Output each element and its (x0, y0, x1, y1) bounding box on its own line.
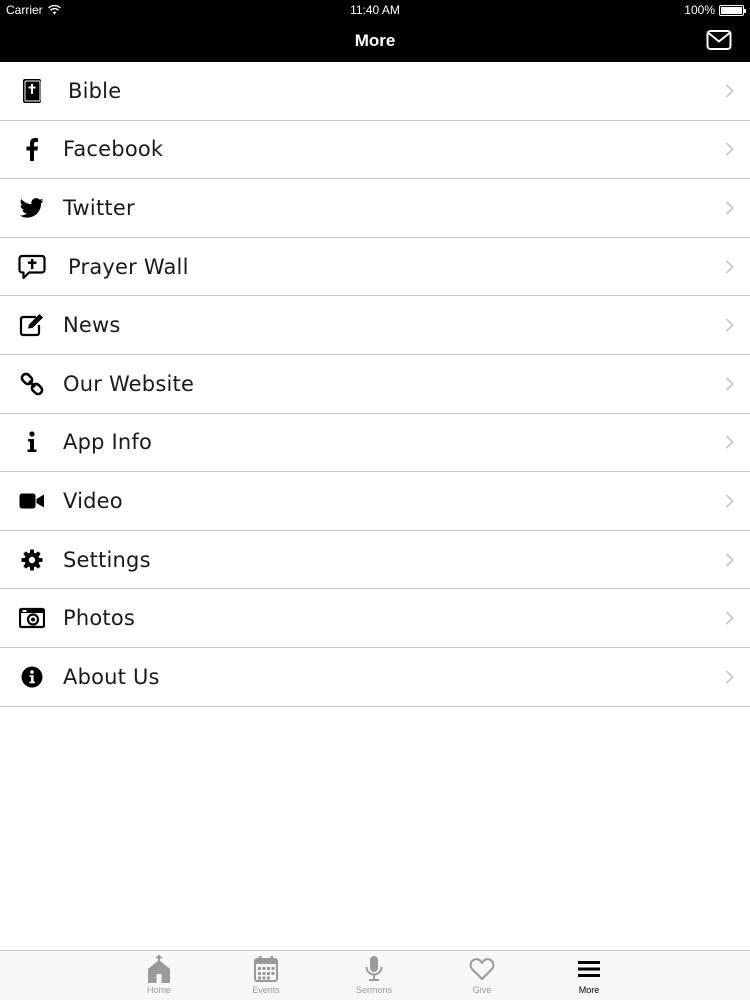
tab-label: Events (252, 985, 280, 995)
tab-more[interactable]: More (554, 955, 624, 995)
chevron-right-icon (725, 670, 734, 684)
menu-item-label: News (63, 313, 121, 338)
edit-icon (18, 311, 46, 339)
tab-bar: Home Events Sermons Give More (0, 950, 750, 1000)
menu-icon (578, 961, 600, 977)
menu-item-photos[interactable]: Photos (0, 589, 750, 648)
more-menu-list: Bible Facebook Twitter Prayer Wall News … (0, 62, 750, 707)
tab-label: Give (472, 985, 492, 995)
chevron-right-icon (725, 201, 734, 215)
camera-icon (18, 604, 46, 632)
menu-item-bible[interactable]: Bible (0, 62, 750, 121)
gear-icon (18, 546, 46, 574)
tab-label: Home (146, 985, 171, 995)
menu-item-about-us[interactable]: About Us (0, 647, 750, 707)
tab-events[interactable]: Events (231, 955, 301, 995)
tab-give[interactable]: Give (447, 955, 517, 995)
menu-item-twitter[interactable]: Twitter (0, 179, 750, 238)
bible-icon (18, 77, 46, 105)
battery-status: 100% (684, 3, 746, 17)
menu-item-app-info[interactable]: App Info (0, 413, 750, 473)
link-icon (18, 370, 46, 398)
battery-percent: 100% (684, 3, 715, 17)
battery-icon (719, 4, 746, 16)
menu-item-prayer-wall[interactable]: Prayer Wall (0, 237, 750, 297)
chevron-right-icon (725, 494, 734, 508)
menu-item-facebook[interactable]: Facebook (0, 120, 750, 180)
menu-item-label: Video (63, 488, 123, 513)
navigation-bar: More (0, 20, 750, 62)
menu-item-label: Settings (63, 547, 151, 572)
menu-item-label: App Info (63, 430, 153, 455)
chevron-right-icon (725, 435, 734, 449)
menu-item-settings[interactable]: Settings (0, 530, 750, 590)
info-icon (18, 428, 46, 456)
microphone-icon (365, 956, 383, 981)
prayer-chat-icon (18, 253, 46, 281)
menu-item-video[interactable]: Video (0, 472, 750, 531)
battery-fill (721, 6, 742, 14)
chevron-right-icon (725, 611, 734, 625)
chevron-right-icon (725, 259, 734, 274)
tab-label: Sermons (355, 985, 392, 995)
menu-item-label: Our Website (63, 371, 195, 396)
menu-item-label: About Us (63, 664, 160, 689)
calendar-icon (254, 956, 278, 982)
page-title: More (354, 31, 396, 50)
heart-icon (469, 958, 495, 980)
menu-item-our-website[interactable]: Our Website (0, 354, 750, 414)
chevron-right-icon (725, 318, 734, 332)
video-camera-icon (18, 487, 46, 515)
tab-label: More (578, 985, 600, 995)
menu-item-label: Twitter (63, 195, 135, 220)
tab-home[interactable]: Home (124, 955, 194, 995)
church-icon (148, 955, 170, 983)
facebook-icon (18, 135, 46, 163)
status-bar: Carrier 11:40 AM 100% (0, 0, 750, 20)
chevron-right-icon (725, 377, 734, 391)
mail-icon[interactable] (706, 29, 732, 51)
menu-item-news[interactable]: News (0, 296, 750, 355)
tab-sermons[interactable]: Sermons (339, 955, 409, 995)
menu-item-label: Bible (68, 78, 122, 103)
clock: 11:40 AM (350, 3, 400, 17)
chevron-right-icon (725, 84, 734, 98)
menu-item-label: Prayer Wall (68, 254, 189, 279)
info-circle-icon (18, 663, 46, 691)
twitter-icon (18, 194, 46, 222)
chevron-right-icon (725, 142, 734, 157)
chevron-right-icon (725, 552, 734, 567)
menu-item-label: Facebook (63, 137, 164, 162)
menu-item-label: Photos (63, 606, 136, 631)
